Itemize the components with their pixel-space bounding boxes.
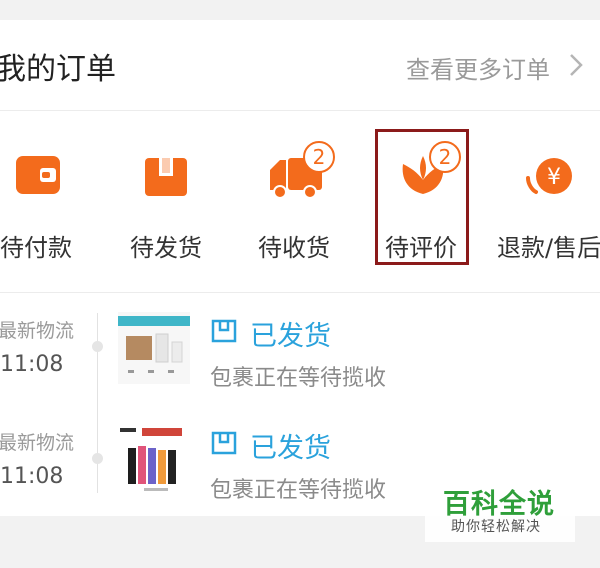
shipment-status: 已发货	[250, 321, 331, 352]
divider	[0, 292, 600, 293]
logistics-time: 11:08	[0, 352, 64, 377]
refund-yen-icon: ¥	[526, 158, 572, 194]
divider	[0, 110, 600, 111]
chevron-right-icon[interactable]	[566, 50, 586, 80]
tab-label: 退款/售后	[497, 234, 600, 262]
shipment-description: 包裹正在等待揽收	[210, 366, 387, 391]
logistics-time: 11:08	[0, 464, 64, 489]
highlight-box	[375, 129, 469, 265]
shipment-description: 包裹正在等待揽收	[210, 478, 387, 503]
product-thumbnail	[118, 312, 190, 384]
tab-label: 待付款	[0, 234, 72, 262]
parcel-status-icon	[211, 431, 237, 455]
tab-label: 待发货	[130, 234, 202, 262]
tab-label: 待收货	[258, 234, 330, 262]
view-more-orders-link[interactable]: 查看更多订单	[406, 50, 550, 85]
logistics-time-label: 最新物流	[0, 432, 75, 454]
count-badge: 2	[303, 141, 335, 173]
timeline-dot	[92, 341, 103, 352]
logistics-time-label: 最新物流	[0, 320, 75, 342]
timeline-line	[97, 313, 98, 493]
timeline-dot	[92, 453, 103, 464]
wallet-icon	[16, 156, 60, 194]
page-title: 我的订单	[0, 52, 116, 87]
watermark-subtitle: 助你轻松解决	[451, 519, 541, 535]
parcel-status-icon	[211, 319, 237, 343]
shipment-status: 已发货	[250, 433, 331, 464]
package-icon	[145, 158, 187, 196]
svg-text:¥: ¥	[547, 165, 561, 190]
product-thumbnail	[118, 424, 190, 496]
